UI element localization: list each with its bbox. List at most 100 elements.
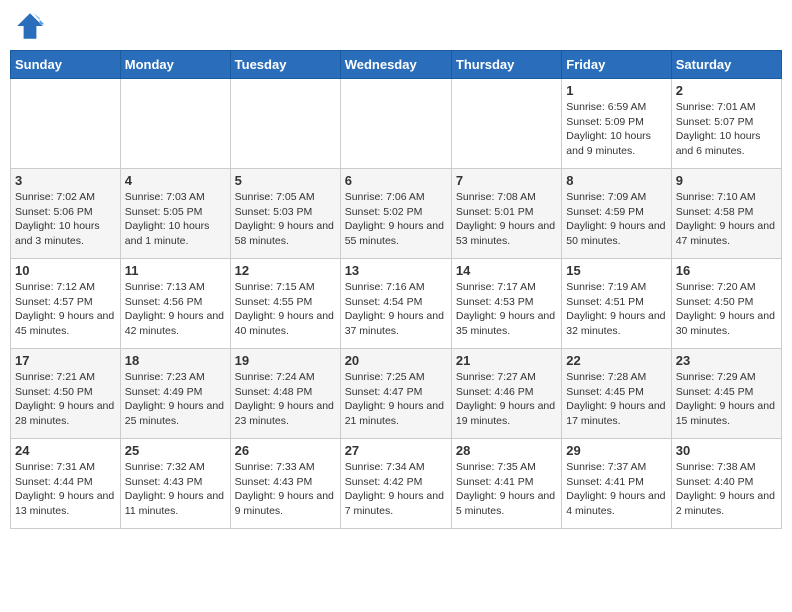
weekday-row: SundayMondayTuesdayWednesdayThursdayFrid… <box>11 51 782 79</box>
day-info: Sunrise: 7:01 AM Sunset: 5:07 PM Dayligh… <box>676 100 777 159</box>
calendar-cell: 5 Sunrise: 7:05 AM Sunset: 5:03 PM Daylig… <box>230 169 340 259</box>
day-number: 12 <box>235 263 336 278</box>
logo-icon <box>14 10 46 42</box>
calendar-cell: 22Sunrise: 7:28 AM Sunset: 4:45 PM Dayli… <box>562 349 671 439</box>
day-number: 27 <box>345 443 447 458</box>
day-number: 18 <box>125 353 226 368</box>
calendar-table: SundayMondayTuesdayWednesdayThursdayFrid… <box>10 50 782 529</box>
calendar-cell: 9Sunrise: 7:10 AM Sunset: 4:58 PM Daylig… <box>671 169 781 259</box>
day-number: 2 <box>676 83 777 98</box>
day-number: 6 <box>345 173 447 188</box>
day-number: 24 <box>15 443 116 458</box>
calendar-cell: 19 Sunrise: 7:24 AM Sunset: 4:48 PM Dayli… <box>230 349 340 439</box>
day-info: Sunrise: 7:29 AM Sunset: 4:45 PM Dayligh… <box>676 370 777 429</box>
calendar-week-row: 10Sunrise: 7:12 AM Sunset: 4:57 PM Dayli… <box>11 259 782 349</box>
day-info: Sunrise: 7:15 AM Sunset: 4:55 PM Dayligh… <box>235 280 336 339</box>
calendar-cell <box>11 79 121 169</box>
calendar-body: 1Sunrise: 6:59 AM Sunset: 5:09 PM Daylig… <box>11 79 782 529</box>
calendar-cell: 26Sunrise: 7:33 AM Sunset: 4:43 PM Dayli… <box>230 439 340 529</box>
day-number: 14 <box>456 263 557 278</box>
weekday-header: Thursday <box>451 51 561 79</box>
day-info: Sunrise: 7:19 AM Sunset: 4:51 PM Dayligh… <box>566 280 666 339</box>
day-number: 19 <box>235 353 336 368</box>
calendar-cell: 16Sunrise: 7:20 AM Sunset: 4:50 PM Dayli… <box>671 259 781 349</box>
calendar-cell <box>120 79 230 169</box>
day-info: Sunrise: 7:16 AM Sunset: 4:54 PM Dayligh… <box>345 280 447 339</box>
calendar-cell: 7 Sunrise: 7:08 AM Sunset: 5:01 PM Daylig… <box>451 169 561 259</box>
day-number: 7 <box>456 173 557 188</box>
day-info: Sunrise: 7:06 AM Sunset: 5:02 PM Dayligh… <box>345 190 447 249</box>
calendar-cell: 10Sunrise: 7:12 AM Sunset: 4:57 PM Dayli… <box>11 259 121 349</box>
page-header <box>10 10 782 42</box>
calendar-cell: 28 Sunrise: 7:35 AM Sunset: 4:41 PM Dayli… <box>451 439 561 529</box>
calendar-cell: 2 Sunrise: 7:01 AM Sunset: 5:07 PM Daylig… <box>671 79 781 169</box>
day-info: Sunrise: 7:05 AM Sunset: 5:03 PM Dayligh… <box>235 190 336 249</box>
day-info: Sunrise: 7:09 AM Sunset: 4:59 PM Dayligh… <box>566 190 666 249</box>
calendar-cell: 21Sunrise: 7:27 AM Sunset: 4:46 PM Dayli… <box>451 349 561 439</box>
calendar-cell <box>230 79 340 169</box>
weekday-header: Sunday <box>11 51 121 79</box>
day-number: 5 <box>235 173 336 188</box>
calendar-cell: 20 Sunrise: 7:25 AM Sunset: 4:47 PM Dayli… <box>340 349 451 439</box>
weekday-header: Tuesday <box>230 51 340 79</box>
day-number: 10 <box>15 263 116 278</box>
day-number: 15 <box>566 263 666 278</box>
day-info: Sunrise: 7:25 AM Sunset: 4:47 PM Dayligh… <box>345 370 447 429</box>
calendar-cell: 27 Sunrise: 7:34 AM Sunset: 4:42 PM Dayli… <box>340 439 451 529</box>
day-info: Sunrise: 7:32 AM Sunset: 4:43 PM Dayligh… <box>125 460 226 519</box>
day-number: 3 <box>15 173 116 188</box>
day-number: 25 <box>125 443 226 458</box>
calendar-cell: 13 Sunrise: 7:16 AM Sunset: 4:54 PM Dayli… <box>340 259 451 349</box>
day-info: Sunrise: 7:13 AM Sunset: 4:56 PM Dayligh… <box>125 280 226 339</box>
calendar-cell: 17 Sunrise: 7:21 AM Sunset: 4:50 PM Dayli… <box>11 349 121 439</box>
day-info: Sunrise: 7:17 AM Sunset: 4:53 PM Dayligh… <box>456 280 557 339</box>
calendar-cell <box>340 79 451 169</box>
logo <box>14 10 50 42</box>
day-info: Sunrise: 7:21 AM Sunset: 4:50 PM Dayligh… <box>15 370 116 429</box>
day-number: 17 <box>15 353 116 368</box>
day-info: Sunrise: 7:34 AM Sunset: 4:42 PM Dayligh… <box>345 460 447 519</box>
day-number: 29 <box>566 443 666 458</box>
calendar-week-row: 17 Sunrise: 7:21 AM Sunset: 4:50 PM Dayli… <box>11 349 782 439</box>
calendar-cell <box>451 79 561 169</box>
day-number: 9 <box>676 173 777 188</box>
calendar-cell: 18 Sunrise: 7:23 AM Sunset: 4:49 PM Dayli… <box>120 349 230 439</box>
weekday-header: Monday <box>120 51 230 79</box>
day-number: 16 <box>676 263 777 278</box>
calendar-week-row: 24 Sunrise: 7:31 AM Sunset: 4:44 PM Dayli… <box>11 439 782 529</box>
calendar-week-row: 3 Sunrise: 7:02 AM Sunset: 5:06 PM Daylig… <box>11 169 782 259</box>
calendar-cell: 30 Sunrise: 7:38 AM Sunset: 4:40 PM Dayli… <box>671 439 781 529</box>
calendar-cell: 4 Sunrise: 7:03 AM Sunset: 5:05 PM Daylig… <box>120 169 230 259</box>
weekday-header: Saturday <box>671 51 781 79</box>
day-number: 30 <box>676 443 777 458</box>
day-number: 28 <box>456 443 557 458</box>
calendar-cell: 1Sunrise: 6:59 AM Sunset: 5:09 PM Daylig… <box>562 79 671 169</box>
day-info: Sunrise: 7:27 AM Sunset: 4:46 PM Dayligh… <box>456 370 557 429</box>
day-info: Sunrise: 7:31 AM Sunset: 4:44 PM Dayligh… <box>15 460 116 519</box>
day-number: 20 <box>345 353 447 368</box>
calendar-cell: 3 Sunrise: 7:02 AM Sunset: 5:06 PM Daylig… <box>11 169 121 259</box>
calendar-cell: 15 Sunrise: 7:19 AM Sunset: 4:51 PM Dayli… <box>562 259 671 349</box>
calendar-cell: 23 Sunrise: 7:29 AM Sunset: 4:45 PM Dayli… <box>671 349 781 439</box>
day-number: 1 <box>566 83 666 98</box>
day-info: Sunrise: 7:28 AM Sunset: 4:45 PM Dayligh… <box>566 370 666 429</box>
calendar-cell: 29Sunrise: 7:37 AM Sunset: 4:41 PM Dayli… <box>562 439 671 529</box>
day-info: Sunrise: 7:02 AM Sunset: 5:06 PM Dayligh… <box>15 190 116 249</box>
weekday-header: Wednesday <box>340 51 451 79</box>
day-info: Sunrise: 7:24 AM Sunset: 4:48 PM Dayligh… <box>235 370 336 429</box>
day-number: 4 <box>125 173 226 188</box>
day-number: 13 <box>345 263 447 278</box>
day-number: 11 <box>125 263 226 278</box>
day-number: 23 <box>676 353 777 368</box>
day-info: Sunrise: 7:35 AM Sunset: 4:41 PM Dayligh… <box>456 460 557 519</box>
day-info: Sunrise: 7:03 AM Sunset: 5:05 PM Dayligh… <box>125 190 226 249</box>
calendar-cell: 25 Sunrise: 7:32 AM Sunset: 4:43 PM Dayli… <box>120 439 230 529</box>
day-info: Sunrise: 7:23 AM Sunset: 4:49 PM Dayligh… <box>125 370 226 429</box>
calendar-cell: 14 Sunrise: 7:17 AM Sunset: 4:53 PM Dayli… <box>451 259 561 349</box>
day-info: Sunrise: 7:38 AM Sunset: 4:40 PM Dayligh… <box>676 460 777 519</box>
day-info: Sunrise: 7:08 AM Sunset: 5:01 PM Dayligh… <box>456 190 557 249</box>
calendar-header: SundayMondayTuesdayWednesdayThursdayFrid… <box>11 51 782 79</box>
calendar-cell: 8Sunrise: 7:09 AM Sunset: 4:59 PM Daylig… <box>562 169 671 259</box>
calendar-cell: 6 Sunrise: 7:06 AM Sunset: 5:02 PM Daylig… <box>340 169 451 259</box>
day-number: 26 <box>235 443 336 458</box>
